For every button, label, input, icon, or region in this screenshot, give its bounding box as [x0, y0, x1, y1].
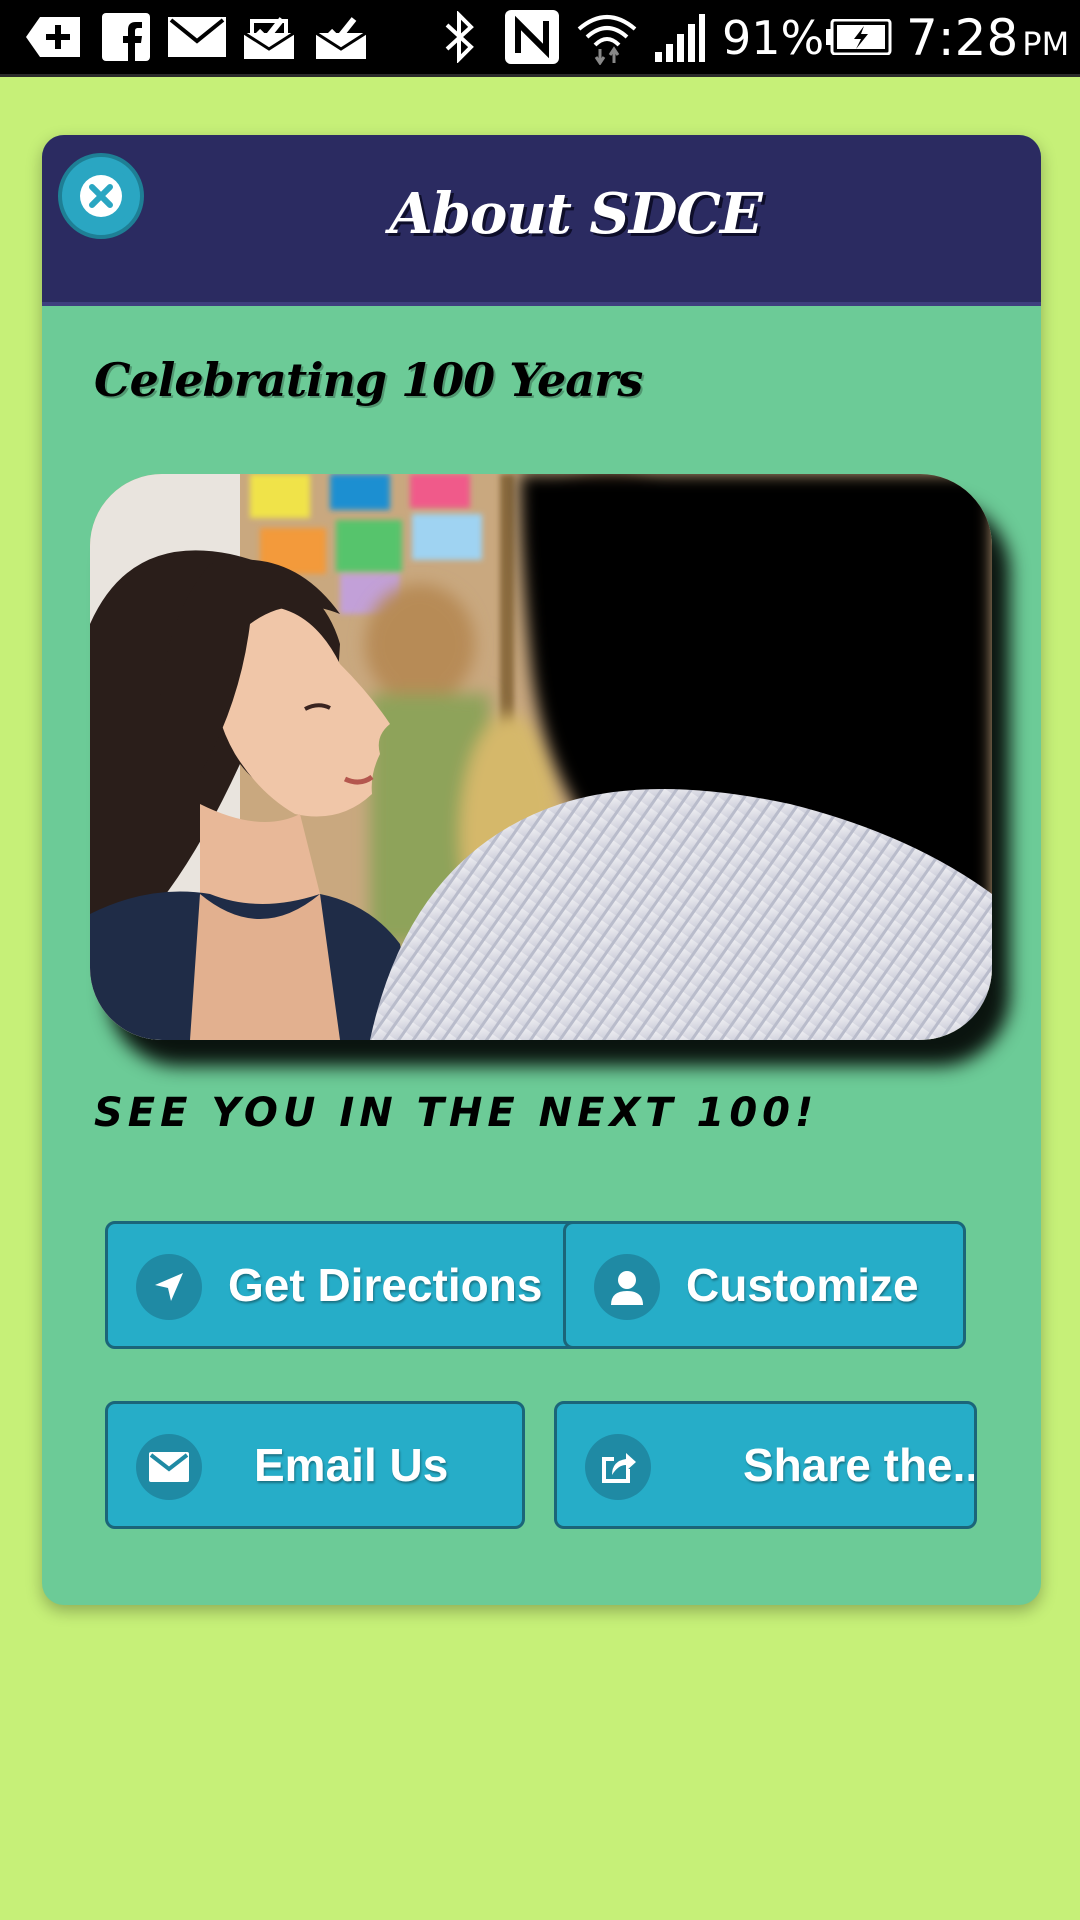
email-us-label: Email Us	[254, 1439, 449, 1491]
nfc-icon	[503, 10, 561, 64]
battery-charging-icon	[826, 12, 892, 62]
status-bar: 91% 7:28 PM	[0, 0, 1080, 77]
dialog-header: About SDCE	[42, 135, 1041, 306]
dialog-title: About SDCE	[389, 181, 762, 247]
inbox-check-icon	[314, 12, 368, 62]
facebook-icon	[100, 12, 152, 62]
share-icon	[585, 1434, 651, 1500]
share-label: Share the...	[743, 1439, 977, 1491]
bluetooth-icon	[440, 11, 480, 63]
envelope-icon	[136, 1434, 202, 1500]
about-dialog: About SDCE Celebrating 100 Years SEE YOU…	[42, 135, 1041, 1605]
signal-icon	[652, 12, 706, 62]
person-icon	[594, 1254, 660, 1320]
email-us-button[interactable]: Email Us	[105, 1401, 525, 1529]
clock-time: 7:28	[906, 9, 1019, 67]
inbox-check-icon	[242, 12, 296, 62]
add-app-icon	[26, 12, 82, 62]
get-directions-label: Get Directions	[228, 1259, 543, 1311]
share-button[interactable]: Share the...	[554, 1401, 977, 1529]
event-photo	[90, 474, 992, 1040]
customize-label: Customize	[686, 1259, 919, 1311]
customize-button[interactable]: Customize	[563, 1221, 966, 1349]
battery-percentage: 91%	[722, 11, 825, 65]
navigation-arrow-icon	[136, 1254, 202, 1320]
get-directions-button[interactable]: Get Directions	[105, 1221, 583, 1349]
clock-ampm: PM	[1022, 25, 1070, 63]
mail-icon	[168, 12, 226, 62]
section-heading: Celebrating 100 Years	[94, 353, 643, 407]
wifi-icon	[576, 12, 638, 65]
tagline: See you in the next 100!	[94, 1090, 819, 1136]
clock: 7:28 PM	[906, 8, 1069, 74]
